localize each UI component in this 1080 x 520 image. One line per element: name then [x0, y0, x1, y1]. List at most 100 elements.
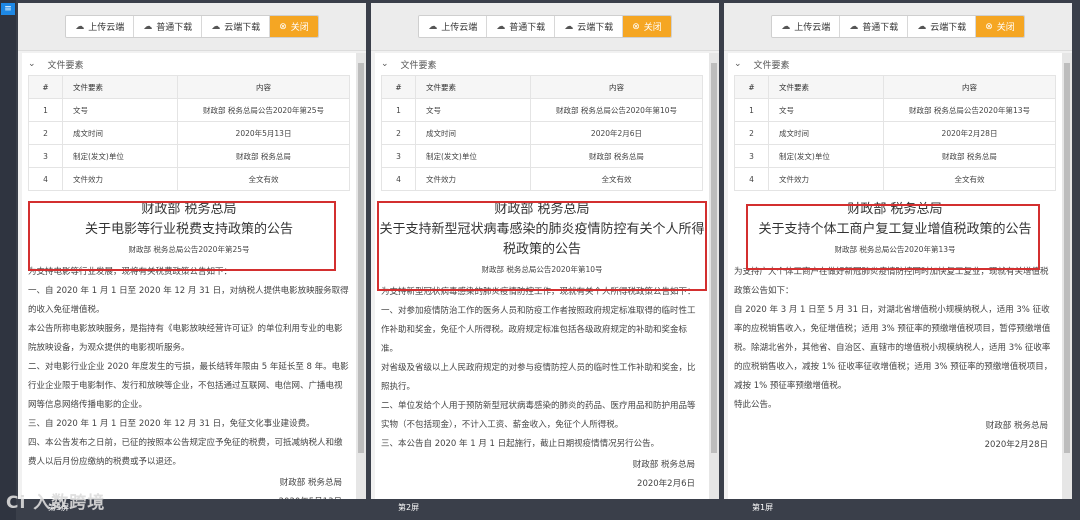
- document-panel-2: ☁ 上传云端 ☁ 普通下载 ☁ 云端下载 ⊗ 关闭 ⌄ 文件要素 # 文件要素 内容 1…: [371, 3, 719, 499]
- row-field: 文号: [768, 98, 884, 122]
- close-icon: ⊗: [279, 21, 287, 32]
- table-row: 2 成文时间 2020年2月28日: [734, 121, 1056, 145]
- chevron-down-icon: ⌄: [28, 59, 36, 69]
- row-field: 文号: [62, 98, 178, 122]
- row-number: 4: [381, 167, 416, 191]
- toolbar: ☁ 上传云端 ☁ 普通下载 ☁ 云端下载 ⊗ 关闭: [724, 3, 1072, 51]
- signature: 财政部 税务总局: [632, 460, 695, 470]
- row-value: 2020年2月28日: [883, 121, 1056, 145]
- section-label: 文件要素: [400, 60, 437, 71]
- cloud-download-button[interactable]: ☁ 云端下载: [908, 16, 977, 37]
- row-number: 1: [734, 98, 769, 122]
- row-field: 成文时间: [768, 121, 884, 145]
- cloud-download-icon: ☁: [496, 21, 506, 32]
- row-value: 全文有效: [530, 167, 703, 191]
- close-button[interactable]: ⊗ 关闭: [623, 16, 671, 37]
- section-label: 文件要素: [47, 60, 84, 71]
- body-paragraph: 三、自 2020 年 1 月 1 日至 2020 年 12 月 31 日，免征文…: [28, 419, 315, 429]
- normal-download-button[interactable]: ☁ 普通下载: [487, 16, 556, 37]
- row-value: 2020年5月13日: [177, 121, 350, 145]
- close-icon: ⊗: [632, 21, 640, 32]
- watermark-logo: Ci 入数跨境: [6, 493, 106, 513]
- section-label: 文件要素: [753, 60, 790, 71]
- vertical-scrollbar[interactable]: [356, 53, 366, 499]
- scrollbar-thumb[interactable]: [358, 63, 364, 453]
- document-body: 为支持广大个体工商户在做好新冠肺炎疫情防控同时加快复工复业，现就有关增值税政策公…: [728, 263, 1062, 415]
- normal-download-button[interactable]: ☁ 普通下载: [840, 16, 909, 37]
- row-value: 财政部 税务总局公告2020年第10号: [530, 98, 703, 122]
- chevron-down-icon: ⌄: [381, 59, 389, 69]
- body-paragraph: 一、自 2020 年 1 月 1 日至 2020 年 12 月 31 日，对纳税…: [28, 286, 349, 315]
- column-header-field: 文件要素: [768, 75, 884, 99]
- row-field: 文件效力: [415, 167, 531, 191]
- document-panel-3: ☁ 上传云端 ☁ 普通下载 ☁ 云端下载 ⊗ 关闭 ⌄ 文件要素 # 文件要素 内容 1…: [724, 3, 1072, 499]
- row-value: 财政部 税务总局: [530, 144, 703, 168]
- cloud-download-button[interactable]: ☁ 云端下载: [555, 16, 624, 37]
- scrollbar-thumb[interactable]: [1064, 63, 1070, 453]
- signature: 财政部 税务总局: [985, 421, 1048, 431]
- column-header-content: 内容: [177, 75, 350, 99]
- document-body: 为支持新型冠状病毒感染的肺炎疫情防控工作，现就有关个人所得税政策公告如下： 一、对…: [375, 283, 709, 454]
- row-number: 4: [28, 167, 63, 191]
- highlight-box: [377, 201, 707, 291]
- row-value: 财政部 税务总局: [883, 144, 1056, 168]
- column-header-content: 内容: [883, 75, 1056, 99]
- highlight-box: [746, 204, 1040, 270]
- normal-download-button[interactable]: ☁ 普通下载: [134, 16, 203, 37]
- body-paragraph: 本公告所称电影放映服务，是指持有《电影放映经营许可证》的单位利用专业的电影院放映…: [28, 324, 343, 353]
- cloud-upload-icon: ☁: [75, 21, 85, 32]
- body-paragraph: 二、对电影行业企业 2020 年度发生的亏损，最长结转年限由 5 年延长至 8 …: [28, 362, 349, 410]
- toolbar-button-group: ☁ 上传云端 ☁ 普通下载 ☁ 云端下载 ⊗ 关闭: [65, 15, 319, 38]
- toolbar-button-group: ☁ 上传云端 ☁ 普通下载 ☁ 云端下载 ⊗ 关闭: [771, 15, 1025, 38]
- section-header[interactable]: ⌄ 文件要素: [22, 53, 356, 75]
- toolbar: ☁ 上传云端 ☁ 普通下载 ☁ 云端下载 ⊗ 关闭: [371, 3, 719, 51]
- hamburger-icon[interactable]: ≡: [1, 3, 15, 15]
- row-number: 3: [381, 144, 416, 168]
- section-header[interactable]: ⌄ 文件要素: [375, 53, 709, 75]
- cloud-download-icon: ☁: [849, 21, 859, 32]
- row-value: 财政部 税务总局: [177, 144, 350, 168]
- document-panel-1: ☁ 上传云端 ☁ 普通下载 ☁ 云端下载 ⊗ 关闭 ⌄ 文件要素 # 文件要素 内容 1…: [18, 3, 366, 499]
- table-header-row: # 文件要素 内容: [734, 75, 1056, 99]
- row-number: 3: [28, 144, 63, 168]
- row-field: 文号: [415, 98, 531, 122]
- cloud-download-button[interactable]: ☁ 云端下载: [202, 16, 271, 37]
- row-number: 2: [734, 121, 769, 145]
- column-header-field: 文件要素: [415, 75, 531, 99]
- row-field: 成文时间: [62, 121, 178, 145]
- table-row: 1 文号 财政部 税务总局公告2020年第25号: [28, 98, 350, 122]
- table-row: 3 制定(发文)单位 财政部 税务总局: [381, 144, 703, 168]
- cloud-upload-icon: ☁: [428, 21, 438, 32]
- body-paragraph: 特此公告。: [734, 400, 777, 410]
- scrollbar-thumb[interactable]: [711, 63, 717, 453]
- column-header-num: #: [734, 75, 769, 99]
- upload-button[interactable]: ☁ 上传云端: [66, 16, 135, 37]
- close-button[interactable]: ⊗ 关闭: [976, 16, 1024, 37]
- left-gutter: ≡: [0, 0, 16, 520]
- document-body: 为支持电影等行业发展，现将有关税费政策公告如下： 一、自 2020 年 1 月 1…: [22, 263, 356, 472]
- document-content: ⌄ 文件要素 # 文件要素 内容 1 文号 财政部 税务总局公告2020年第25…: [22, 53, 356, 499]
- body-paragraph: 自 2020 年 3 月 1 日至 5 月 31 日，对湖北省增值税小规模纳税人…: [734, 305, 1053, 391]
- body-paragraph: 三、本公告自 2020 年 1 月 1 日起施行，截止日期视疫情情况另行公告。: [381, 439, 660, 449]
- upload-button[interactable]: ☁ 上传云端: [419, 16, 488, 37]
- row-number: 2: [381, 121, 416, 145]
- body-paragraph: 对省级及省级以上人民政府规定的对参与疫情防控人员的临时性工作补助和奖金，比照执行…: [381, 363, 696, 392]
- cloud-download-icon: ☁: [211, 21, 221, 32]
- cloud-download-icon: ☁: [143, 21, 153, 32]
- row-field: 文件效力: [768, 167, 884, 191]
- table-row: 1 文号 财政部 税务总局公告2020年第13号: [734, 98, 1056, 122]
- column-header-num: #: [28, 75, 63, 99]
- body-paragraph: 一、对参加疫情防治工作的医务人员和防疫工作者按照政府规定标准取得的临时性工作补助…: [381, 306, 696, 354]
- row-field: 制定(发文)单位: [415, 144, 531, 168]
- cloud-download-icon: ☁: [917, 21, 927, 32]
- close-button[interactable]: ⊗ 关闭: [270, 16, 318, 37]
- file-elements-table: # 文件要素 内容 1 文号 财政部 税务总局公告2020年第13号 2 成文时…: [734, 75, 1056, 191]
- vertical-scrollbar[interactable]: [1062, 53, 1072, 499]
- upload-button[interactable]: ☁ 上传云端: [772, 16, 841, 37]
- vertical-scrollbar[interactable]: [709, 53, 719, 499]
- file-elements-table: # 文件要素 内容 1 文号 财政部 税务总局公告2020年第25号 2 成文时…: [28, 75, 350, 191]
- table-header-row: # 文件要素 内容: [28, 75, 350, 99]
- row-field: 文件效力: [62, 167, 178, 191]
- chevron-down-icon: ⌄: [734, 59, 742, 69]
- section-header[interactable]: ⌄ 文件要素: [728, 53, 1062, 75]
